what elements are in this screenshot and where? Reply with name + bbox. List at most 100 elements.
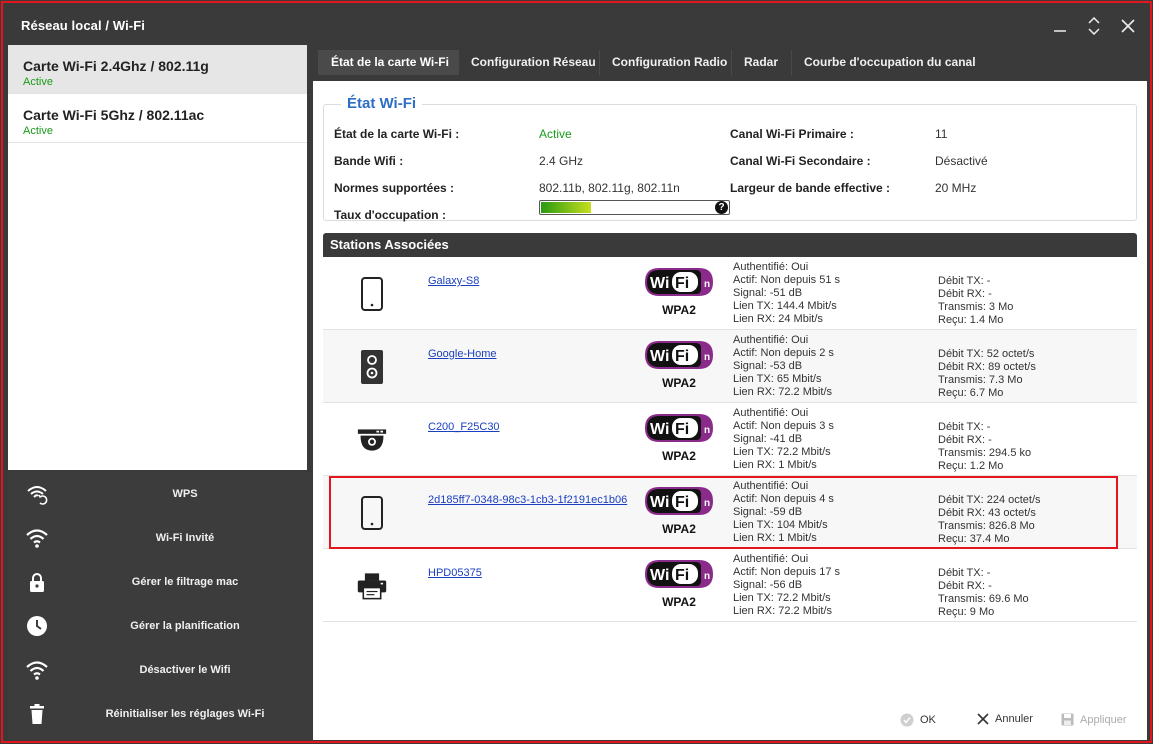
station-rate-line: Transmis: 294.5 ko: [938, 447, 1032, 459]
station-info-line: Signal: -59 dB: [733, 506, 803, 518]
station-rate-line: Débit RX: 43 octet/s: [938, 507, 1036, 519]
title-bar: Réseau local / Wi-Fi: [3, 3, 1150, 45]
station-info: Authentifié: Oui Actif: Non depuis 2 s Sig…: [733, 334, 834, 399]
apply-label: Appliquer: [1080, 713, 1127, 726]
station-rate-line: Transmis: 69.6 Mo: [938, 593, 1029, 605]
station-name-link[interactable]: 2d185ff7-0348-98c3-1cb3-1f2191ec1b06: [428, 494, 627, 506]
speaker-icon: [357, 348, 387, 386]
svg-text:Fi: Fi: [675, 421, 689, 438]
band-value: 2.4 GHz: [539, 154, 584, 168]
primary-channel-label: Canal Wi-Fi Primaire :: [730, 127, 854, 141]
ok-button[interactable]: OK: [900, 713, 936, 727]
station-name-link[interactable]: HPD05375: [428, 567, 482, 579]
station-rate-line: Reçu: 37.4 Mo: [938, 533, 1010, 545]
station-rate-line: Débit RX: -: [938, 434, 992, 446]
station-name-link[interactable]: C200_F25C30: [428, 421, 500, 433]
station-row: Galaxy-S8 Wi Fi n WPA2 Authentifié: Oui Actif:…: [323, 257, 1137, 330]
tab-card-state[interactable]: État de la carte Wi-Fi: [318, 50, 461, 75]
station-info-line: Authentifié: Oui: [733, 261, 809, 273]
station-rates: Débit TX: - Débit RX: - Transmis: 3 Mo Reçu…: [938, 275, 1013, 327]
station-name-link[interactable]: Galaxy-S8: [428, 275, 479, 287]
tab-radar[interactable]: Radar: [731, 50, 791, 75]
tab-channel-occupancy[interactable]: Courbe d'occupation du canal: [791, 50, 988, 75]
trash-icon: [26, 703, 48, 725]
wifi-n-logo-icon: Wi Fi n: [644, 340, 714, 370]
tab-network-config[interactable]: Configuration Réseau: [458, 50, 608, 75]
station-info-line: Lien RX: 72.2 Mbit/s: [733, 605, 833, 617]
stations-list: Galaxy-S8 Wi Fi n WPA2 Authentifié: Oui Actif:…: [323, 257, 1137, 622]
mac-filter-button[interactable]: Gérer le filtrage mac: [8, 560, 312, 604]
secondary-channel-value: Désactivé: [935, 154, 988, 168]
station-rate-line: Débit TX: -: [938, 275, 991, 287]
close-button[interactable]: [1115, 13, 1141, 39]
card-state-value: Active: [539, 127, 572, 141]
station-rate-line: Reçu: 6.7 Mo: [938, 387, 1004, 399]
station-row: HPD05375 Wi Fi n WPA2 Authentifié: Oui Actif: …: [323, 549, 1137, 622]
schedule-button[interactable]: Gérer la planification: [8, 604, 312, 648]
bandwidth-label: Largeur de bande effective :: [730, 181, 891, 195]
svg-text:Fi: Fi: [675, 567, 689, 584]
svg-text:n: n: [704, 571, 710, 582]
expand-vertical-icon: [1088, 17, 1100, 35]
security-type: WPA2: [662, 449, 696, 463]
dialog-footer: OK Annuler Appliquer: [313, 709, 1147, 739]
svg-text:n: n: [704, 425, 710, 436]
wps-button[interactable]: WPS: [8, 472, 312, 516]
tab-radio-config[interactable]: Configuration Radio: [599, 50, 740, 75]
station-rate-line: Débit TX: -: [938, 567, 991, 579]
svg-text:n: n: [704, 498, 710, 509]
card-item-5ghz[interactable]: Carte Wi-Fi 5Ghz / 802.11ac Active: [8, 94, 307, 143]
minimize-icon: [1054, 30, 1066, 32]
action-label: WPS: [172, 488, 198, 500]
check-circle-icon: [900, 713, 914, 727]
wifi-n-logo-icon: Wi Fi n: [644, 413, 714, 443]
action-label: Réinitialiser les réglages Wi-Fi: [105, 708, 265, 720]
station-info: Authentifié: Oui Actif: Non depuis 3 s Sig…: [733, 407, 834, 472]
action-label: Gérer la planification: [130, 620, 240, 632]
station-info-line: Authentifié: Oui: [733, 480, 809, 492]
occupancy-bar: ?: [539, 200, 730, 215]
station-rate-line: Reçu: 9 Mo: [938, 606, 995, 618]
station-info-line: Lien TX: 72.2 Mbit/s: [733, 446, 831, 458]
card-item-2ghz[interactable]: Carte Wi-Fi 2.4Ghz / 802.11g Active: [8, 45, 307, 94]
lock-icon: [26, 571, 48, 593]
station-row: C200_F25C30 Wi Fi n WPA2 Authentifié: Oui Acti…: [323, 403, 1137, 476]
section-title: État Wi-Fi: [341, 95, 423, 112]
station-rate-line: Débit TX: 224 octet/s: [938, 494, 1041, 506]
station-info-line: Actif: Non depuis 2 s: [733, 347, 834, 359]
cancel-label: Annuler: [995, 713, 1033, 725]
cancel-button[interactable]: Annuler: [977, 713, 1033, 725]
action-label: Désactiver le Wifi: [139, 664, 231, 676]
apply-button[interactable]: Appliquer: [1061, 713, 1126, 726]
guest-wifi-button[interactable]: Wi-Fi Invité: [8, 516, 312, 560]
security-type: WPA2: [662, 376, 696, 390]
wifi-status-section: État Wi-Fi État de la carte Wi-Fi : Acti…: [323, 95, 1137, 222]
station-info-line: Actif: Non depuis 17 s: [733, 566, 841, 578]
security-type: WPA2: [662, 522, 696, 536]
norms-label: Normes supportées :: [334, 181, 455, 195]
reset-wifi-button[interactable]: Réinitialiser les réglages Wi-Fi: [8, 692, 312, 736]
help-icon[interactable]: ?: [715, 201, 728, 214]
phone-icon: [357, 275, 387, 313]
station-info-line: Lien TX: 65 Mbit/s: [733, 373, 822, 385]
tab-bar: État de la carte Wi-Fi Configuration Rés…: [313, 45, 1147, 81]
resize-button[interactable]: [1081, 13, 1107, 39]
svg-text:n: n: [704, 279, 710, 290]
station-name-link[interactable]: Google-Home: [428, 348, 496, 360]
action-list: WPS Wi-Fi Invité Gérer le filtrage mac G…: [8, 472, 312, 740]
station-info-line: Authentifié: Oui: [733, 407, 809, 419]
station-rate-line: Débit RX: 89 octet/s: [938, 361, 1036, 373]
disable-wifi-button[interactable]: Désactiver le Wifi: [8, 648, 312, 692]
station-rates: Débit TX: - Débit RX: - Transmis: 69.6 Mo R…: [938, 567, 1029, 619]
minimize-button[interactable]: [1047, 13, 1073, 39]
wifi-off-icon: [26, 659, 48, 681]
station-info-line: Lien RX: 72.2 Mbit/s: [733, 386, 833, 398]
norms-value: 802.11b, 802.11g, 802.11n: [539, 181, 680, 195]
svg-text:Fi: Fi: [675, 348, 689, 365]
occupancy-label: Taux d'occupation :: [334, 208, 446, 222]
card-state-label: État de la carte Wi-Fi :: [334, 127, 460, 141]
close-icon: [977, 713, 989, 725]
station-rate-line: Reçu: 1.2 Mo: [938, 460, 1004, 472]
station-info-line: Signal: -56 dB: [733, 579, 803, 591]
station-info: Authentifié: Oui Actif: Non depuis 17 s Si…: [733, 553, 840, 618]
